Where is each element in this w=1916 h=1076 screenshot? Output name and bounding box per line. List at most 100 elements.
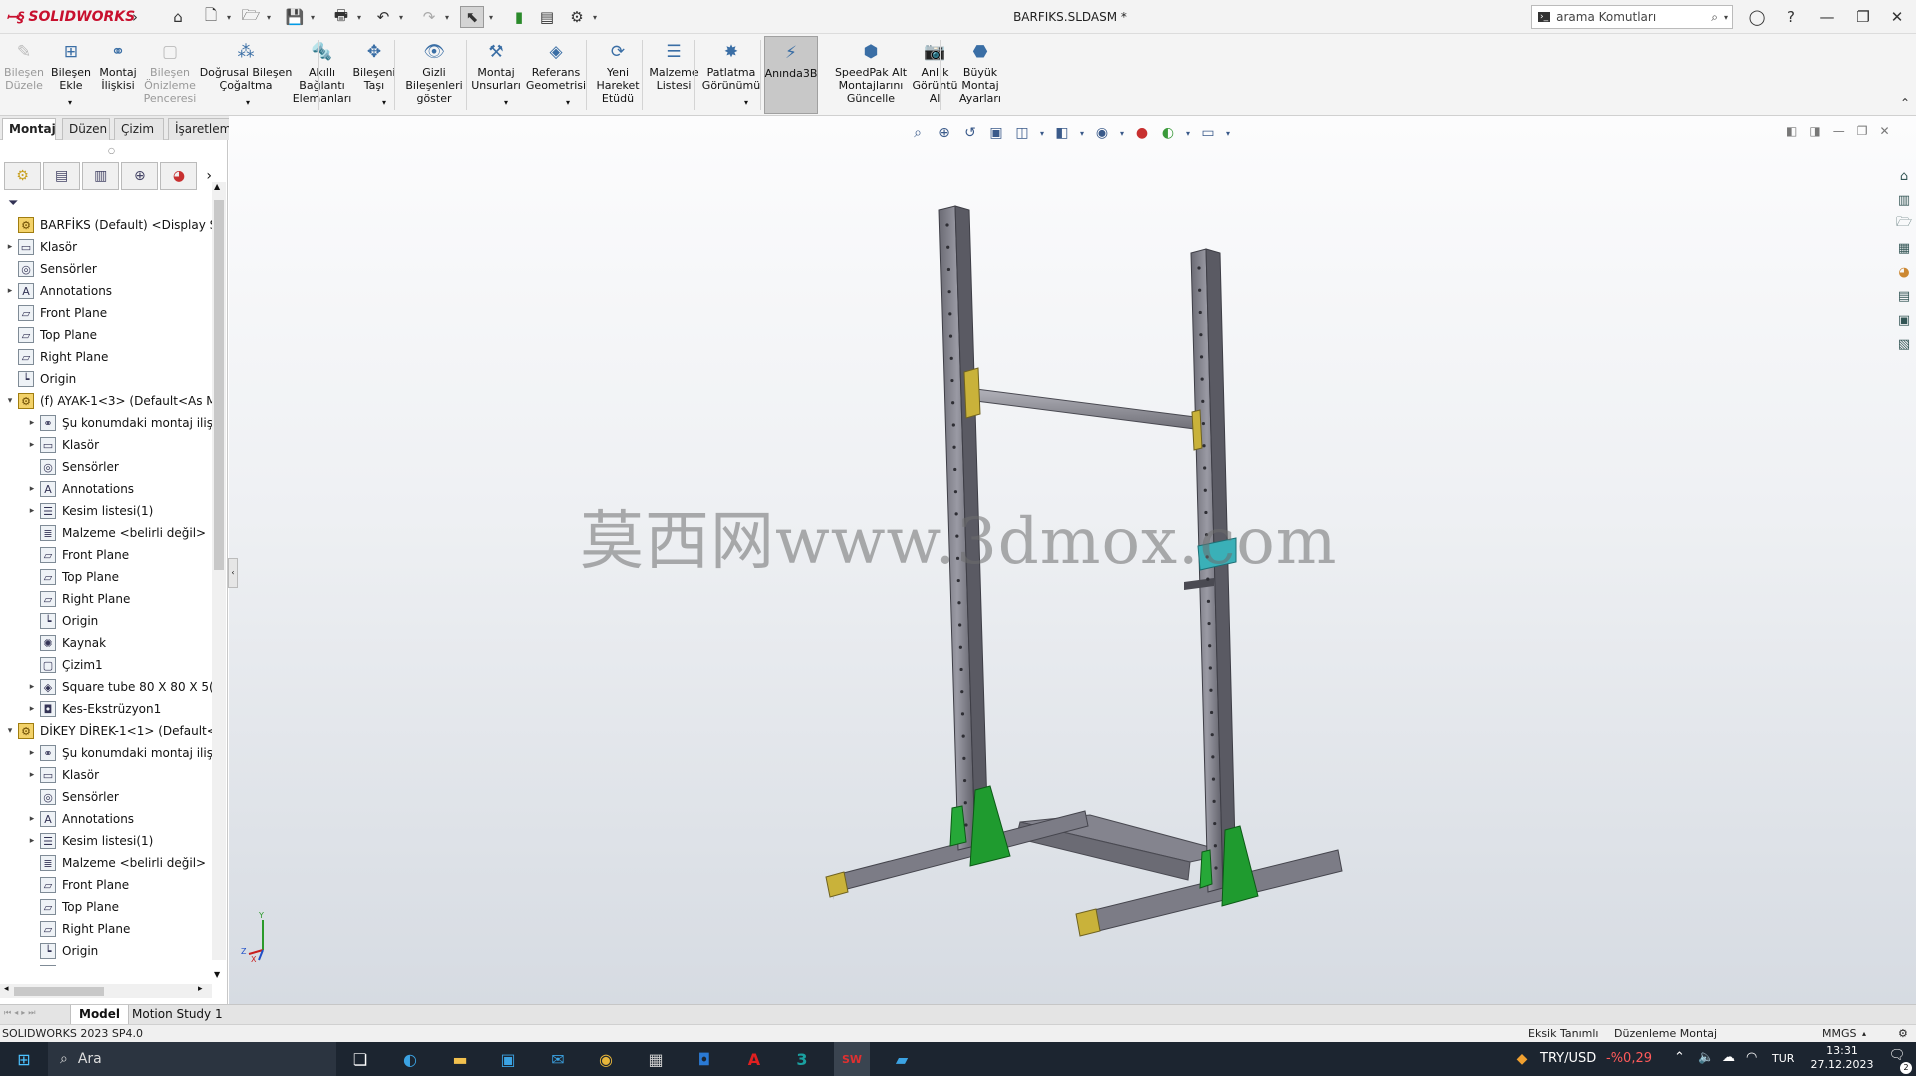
minimize-icon[interactable]: — bbox=[1810, 4, 1844, 30]
viewport-minimize-icon[interactable]: — bbox=[1833, 124, 1845, 138]
edge-icon[interactable]: ◐ bbox=[394, 1042, 426, 1076]
rebuild-icon[interactable]: ▮ bbox=[508, 6, 530, 28]
taskbar-search[interactable]: ⌕ Ara bbox=[48, 1042, 336, 1076]
previous-view-icon[interactable]: ↺ bbox=[960, 123, 980, 143]
ribbon-montaj-unsurlari-button[interactable]: ⚒ Montaj Unsurları bbox=[470, 36, 522, 114]
appearances-icon[interactable]: ◕ bbox=[1894, 262, 1914, 282]
expand-arrow-icon[interactable]: ▸ bbox=[4, 286, 16, 296]
calculator-icon[interactable]: ▦ bbox=[640, 1042, 672, 1076]
tree-item[interactable]: ▸ ◈ Square tube 80 X 80 X 5(1) bbox=[0, 676, 212, 698]
app-blue-icon[interactable]: ▰ bbox=[886, 1042, 918, 1076]
zoom-to-fit-icon[interactable]: ⌕ bbox=[908, 123, 928, 143]
panel-splitter-handle[interactable]: ○ bbox=[108, 146, 115, 155]
tree-item[interactable]: ✺ Kaynak bbox=[0, 632, 212, 654]
first-tab-icon[interactable]: ⏮ bbox=[4, 1008, 11, 1018]
tree-item[interactable]: ▸ ▭ Klasör bbox=[0, 236, 212, 258]
tray-overflow-icon[interactable]: ⌃ bbox=[1674, 1050, 1685, 1065]
open-folder-icon[interactable]: 🗁 bbox=[240, 6, 262, 28]
status-help-icon[interactable]: ⚙ bbox=[1898, 1025, 1908, 1043]
undo-dropdown-icon[interactable]: ▾ bbox=[396, 6, 406, 28]
additional-pane-icon[interactable]: ▧ bbox=[1894, 334, 1914, 354]
patlatma-gorunumu-dropdown-icon[interactable]: ▾ bbox=[744, 98, 748, 107]
wifi-icon[interactable]: ◠ bbox=[1746, 1050, 1757, 1065]
scroll-up-icon[interactable]: ▲ bbox=[214, 182, 220, 191]
tree-item[interactable]: ▸ A Annotations bbox=[0, 478, 212, 500]
tree-item[interactable]: ▸ ⚭ Şu konumdaki montaj ilişk bbox=[0, 412, 212, 434]
tree-item[interactable]: ┕ Origin bbox=[0, 940, 212, 962]
solidworks-logo[interactable]: ꟷ§ SOLIDWORKS bbox=[6, 6, 135, 28]
dimxpert-tab-icon[interactable]: ⊕ bbox=[121, 162, 159, 190]
ribbon-yeni-hareket-button[interactable]: ⟳ Yeni Hareket Etüdü bbox=[592, 36, 644, 114]
tree-item[interactable]: ▱ Front Plane bbox=[0, 302, 212, 324]
solidworks-resources-icon[interactable]: ⌂ bbox=[1894, 166, 1914, 186]
last-tab-icon[interactable]: ⏭ bbox=[28, 1008, 35, 1018]
feature-manager-tab-icon[interactable]: ⚙ bbox=[4, 162, 42, 190]
search-dropdown-icon[interactable]: ▾ bbox=[1724, 13, 1728, 22]
tree-item[interactable]: ⚙ BARFİKS (Default) <Display State-1> bbox=[0, 214, 212, 236]
save-dropdown-icon[interactable]: ▾ bbox=[308, 6, 318, 28]
ribbon-bileseni-tasi-button[interactable]: ✥ Bileşeni Taşı bbox=[350, 36, 398, 114]
scroll-right-icon[interactable]: ▸ bbox=[198, 984, 203, 994]
mail-icon[interactable]: ✉ bbox=[542, 1042, 574, 1076]
ribbon-bilesen-duzenle-button[interactable]: ✎ Bileşen Düzele bbox=[2, 36, 46, 114]
zoom-to-area-icon[interactable]: ⊕ bbox=[934, 123, 954, 143]
chrome-icon[interactable]: ◉ bbox=[590, 1042, 622, 1076]
user-account-icon[interactable]: ◯ bbox=[1740, 4, 1774, 30]
tree-item[interactable]: ◎ Sensörler bbox=[0, 456, 212, 478]
expand-arrow-icon[interactable]: ▸ bbox=[4, 242, 16, 252]
ribbon-akilli-baglanti-button[interactable]: 🔩 Akıllı Bağlantı Elemanları bbox=[293, 36, 352, 114]
tree-item[interactable]: ▸ A Annotations bbox=[0, 808, 212, 830]
tree-item[interactable]: ▱ Top Plane bbox=[0, 324, 212, 346]
forum-icon[interactable]: ▣ bbox=[1894, 310, 1914, 330]
tree-item[interactable]: ▾⚙ DİKEY DİREK-1<1> (Default<As bbox=[0, 720, 212, 742]
collapse-ribbon-icon[interactable]: ⌃ bbox=[1900, 96, 1910, 110]
tree-item[interactable]: ▢ Çizim1 bbox=[0, 654, 212, 676]
panel-collapse-handle[interactable]: ‹ bbox=[228, 558, 238, 588]
tree-item[interactable]: ▱ Front Plane bbox=[0, 874, 212, 896]
design-library-icon[interactable]: ▥ bbox=[1894, 190, 1914, 210]
tree-item[interactable]: ▱ Front Plane bbox=[0, 544, 212, 566]
language-indicator[interactable]: TUR bbox=[1772, 1052, 1794, 1065]
expand-arrow-icon[interactable]: ▸ bbox=[26, 748, 38, 758]
montaj-unsurlari-dropdown-icon[interactable]: ▾ bbox=[504, 98, 508, 107]
expand-arrow-icon[interactable]: ▸ bbox=[26, 814, 38, 824]
tree-item[interactable]: ▱ Top Plane bbox=[0, 896, 212, 918]
help-icon[interactable]: ? bbox=[1774, 4, 1808, 30]
ribbon-referans-geometrisi-button[interactable]: ◈ Referans Geometrisi bbox=[524, 36, 588, 114]
ribbon-gizli-bilesenler-button[interactable]: 👁 Gizli Bileşenleri göster bbox=[402, 36, 466, 114]
expand-arrow-icon[interactable]: ▾ bbox=[4, 396, 16, 406]
view-settings-dropdown-icon[interactable]: ▾ bbox=[1224, 123, 1232, 143]
ribbon-speedpak-button[interactable]: ⬢ SpeedPak Alt Montajlarını Güncelle bbox=[832, 36, 910, 114]
new-dropdown-icon[interactable]: ▾ bbox=[224, 6, 234, 28]
close-icon[interactable]: ✕ bbox=[1880, 4, 1914, 30]
view-settings-icon[interactable]: ▭ bbox=[1198, 123, 1218, 143]
currency-label[interactable]: TRY/USD bbox=[1540, 1051, 1596, 1066]
display-style-dropdown-icon[interactable]: ▾ bbox=[1078, 123, 1086, 143]
display-manager-tab-icon[interactable]: ◕ bbox=[160, 162, 198, 190]
file-properties-icon[interactable]: ▤ bbox=[536, 6, 558, 28]
tab-i-aretleme[interactable]: İşaretleme bbox=[168, 118, 239, 140]
clock[interactable]: 13:31 27.12.2023 bbox=[1802, 1044, 1882, 1072]
tab-montaj[interactable]: Montaj bbox=[2, 118, 56, 140]
volume-icon[interactable]: 🔈 bbox=[1698, 1050, 1714, 1065]
scroll-left-icon[interactable]: ◂ bbox=[4, 984, 9, 994]
undo-icon[interactable]: ↶ bbox=[372, 6, 394, 28]
save-icon[interactable]: 💾 bbox=[284, 6, 306, 28]
file-explorer-icon[interactable]: 🗁 bbox=[1894, 214, 1914, 234]
prev-tab-icon[interactable]: ◂ bbox=[14, 1008, 18, 1018]
tab--izim[interactable]: Çizim bbox=[114, 118, 164, 140]
store-icon[interactable]: ▣ bbox=[492, 1042, 524, 1076]
expand-arrow-icon[interactable]: ▸ bbox=[26, 440, 38, 450]
tree-item[interactable]: ▸ ☰ Kesim listesi(1) bbox=[0, 500, 212, 522]
hide-show-items-icon[interactable]: ◉ bbox=[1092, 123, 1112, 143]
new-doc-icon[interactable]: 🗋 bbox=[200, 6, 222, 28]
tree-item[interactable]: ▸ ☰ Kesim listesi(1) bbox=[0, 830, 212, 852]
open-dropdown-icon[interactable]: ▾ bbox=[264, 6, 274, 28]
expand-arrow-icon[interactable]: ▸ bbox=[26, 484, 38, 494]
expand-arrow-icon[interactable]: ▸ bbox=[26, 682, 38, 692]
tree-item[interactable]: ▸ A Annotations bbox=[0, 280, 212, 302]
scroll-down-icon[interactable]: ▼ bbox=[214, 970, 220, 979]
home-icon[interactable]: ⌂ bbox=[166, 6, 190, 28]
tree-item[interactable]: ◎ Sensörler bbox=[0, 786, 212, 808]
display-style-icon[interactable]: ◧ bbox=[1052, 123, 1072, 143]
